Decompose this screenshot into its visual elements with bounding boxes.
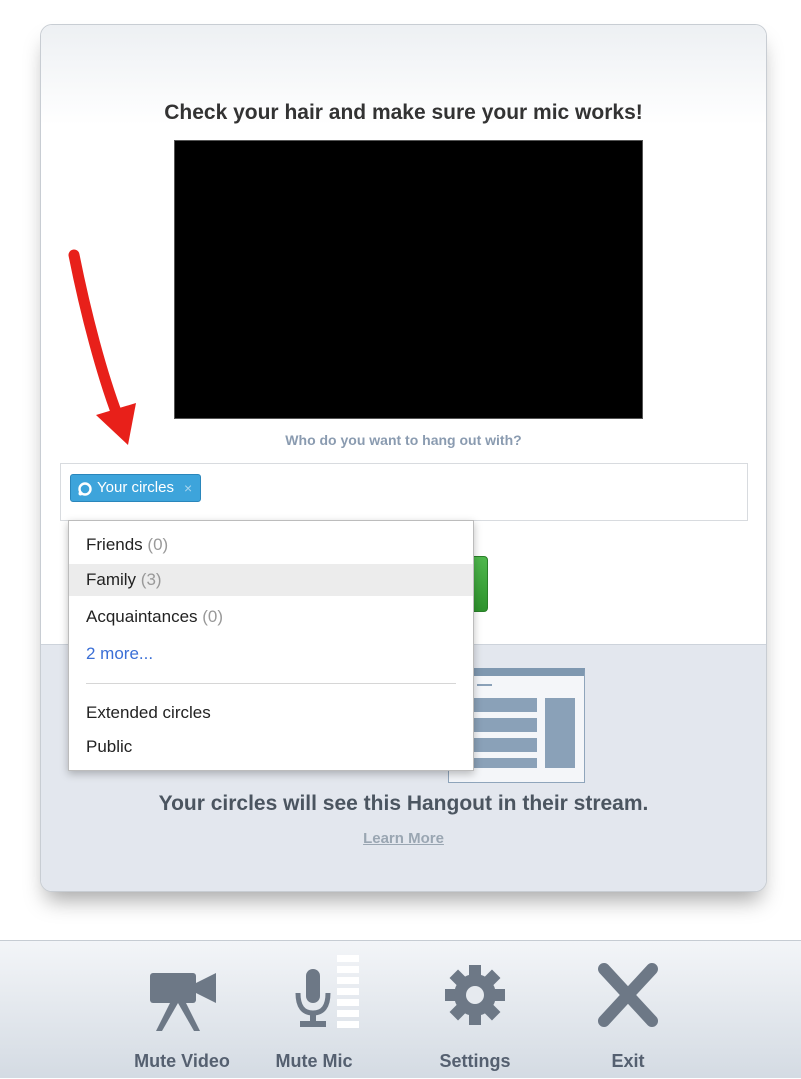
dropdown-item-count: (3) [140,570,162,589]
dropdown-more-link[interactable]: 2 more... [69,638,473,670]
hangout-toolbar: Mute Video Mute Mic Settings Exit [0,940,801,1078]
dropdown-item-friends[interactable]: Friends (0) [69,529,473,561]
annotation-arrow-icon [68,249,136,445]
exit-button[interactable]: Exit [563,941,693,1079]
circles-icon [77,480,93,496]
dropdown-item-label: Family [86,570,137,589]
mute-mic-button[interactable]: Mute Mic [249,941,379,1079]
toolbar-label: Exit [611,1051,645,1071]
chip-label: Your circles [97,479,174,496]
video-camera-icon [150,973,216,1031]
toolbar-label: Settings [439,1051,511,1071]
dropdown-item-family[interactable]: Family (3) [69,564,473,596]
dropdown-item-label: Acquaintances [86,607,198,626]
page-title: Check your hair and make sure your mic w… [164,101,643,124]
toolbar-label: Mute Mic [275,1051,353,1071]
remove-chip-icon[interactable]: × [184,475,192,501]
dropdown-item-extended-circles[interactable]: Extended circles [69,697,473,729]
circle-chip[interactable]: Your circles × [70,474,202,502]
dropdown-item-label: Friends [86,535,143,554]
dropdown-item-acquaintances[interactable]: Acquaintances (0) [69,601,473,633]
close-icon [598,963,658,1027]
settings-button[interactable]: Settings [410,941,540,1079]
gear-icon [445,965,505,1025]
share-input-field[interactable]: Your circles × [60,463,748,521]
dropdown-item-public[interactable]: Public [69,731,473,763]
video-preview [174,140,643,419]
mute-video-button[interactable]: Mute Video [117,941,247,1079]
dropdown-divider [86,683,456,684]
dropdown-item-count: (0) [147,535,169,554]
stream-notice: Your circles will see this Hangout in th… [158,792,649,815]
mic-level-meter [337,955,359,1028]
learn-more-link[interactable]: Learn More [41,830,766,847]
toolbar-label: Mute Video [134,1051,230,1071]
dropdown-item-count: (0) [202,607,224,626]
circles-dropdown: Friends (0) Family (3) Acquaintances (0)… [68,520,474,771]
